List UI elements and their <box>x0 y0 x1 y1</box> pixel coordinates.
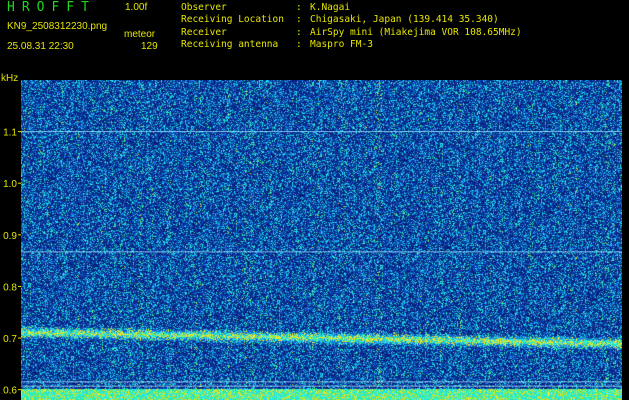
y-tick-label: 1.0 <box>3 179 17 190</box>
y-tick-label: 0.8 <box>3 282 17 293</box>
y-tick-label: 1.1 <box>3 128 17 139</box>
y-tick-label: 0.6 <box>3 386 17 397</box>
spectrogram-overlay <box>21 80 622 387</box>
y-tick-label: 0.7 <box>3 334 17 345</box>
y-unit-label: kHz <box>1 73 18 84</box>
y-axis: kHz 1.1 1.0 0.9 0.8 0.7 0.6 <box>1 73 21 397</box>
spectrogram-plot[interactable] <box>21 80 622 400</box>
y-tick-label: 0.9 <box>3 231 17 242</box>
